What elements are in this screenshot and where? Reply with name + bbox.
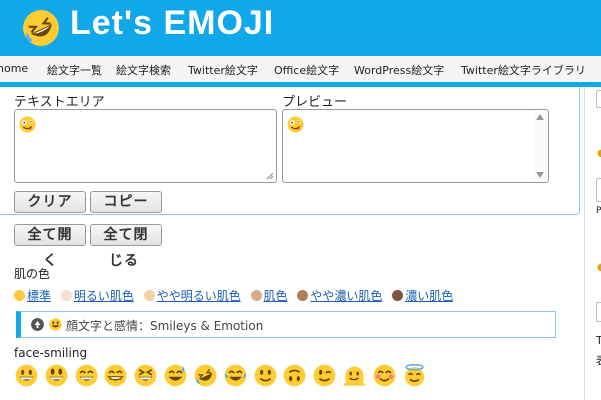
emoji-grid (15, 364, 429, 392)
nav-item-home[interactable]: home (0, 62, 28, 75)
zany-face-preview-icon (287, 116, 304, 133)
nav-item-emoji-list[interactable]: 絵文字一覧 (47, 62, 102, 78)
smiling-face-halo-icon[interactable] (403, 364, 426, 387)
category-section-header[interactable]: 顔文字と感情：Smileys & Emotion (16, 311, 556, 338)
preview-label: プレビュー (282, 95, 348, 110)
resize-grip-icon[interactable] (266, 172, 274, 180)
grinning-smiling-eyes-icon[interactable] (75, 364, 98, 387)
sidebar-text-b: T (596, 334, 601, 347)
copy-button[interactable]: コピー (90, 191, 162, 213)
main-nav: home 絵文字一覧 絵文字検索 Twitter絵文字 Office絵文字 Wo… (0, 56, 601, 82)
scroll-down-icon[interactable] (536, 172, 544, 178)
grinning-face-big-eyes-icon[interactable] (45, 364, 68, 387)
nav-item-twitter-emoji-library[interactable]: Twitter絵文字ライブラリ (461, 62, 586, 78)
slightly-smiling-face-icon[interactable] (254, 364, 277, 387)
hand-icon (392, 290, 404, 301)
textarea-label: テキストエリア (14, 95, 105, 110)
upside-down-face-icon[interactable] (283, 364, 306, 387)
skin-option-label[interactable]: やや濃い肌色 (310, 289, 382, 303)
beaming-face-icon[interactable] (104, 364, 127, 387)
skin-tone-label: 肌の色 (14, 267, 51, 281)
editor-panel: テキストエリア プレビュー クリア コピー (0, 87, 580, 215)
grinning-face-icon (49, 318, 62, 331)
skin-option-label[interactable]: 明るい肌色 (74, 289, 134, 303)
sidebar-search-input[interactable] (596, 90, 601, 108)
hand-icon (14, 290, 25, 301)
skin-option-label[interactable]: やや明るい肌色 (157, 289, 241, 303)
hand-icon (60, 290, 72, 301)
melting-face-icon[interactable] (343, 364, 366, 387)
expand-all-button[interactable]: 全て開 (14, 224, 86, 246)
rofl-icon[interactable] (194, 364, 217, 387)
grinning-face-sweat-icon[interactable] (164, 364, 187, 387)
subgroup-title: face-smiling (14, 346, 88, 360)
sidebar-mark-icon: ● (597, 148, 601, 159)
skin-option-medium-dark[interactable]: やや濃い肌色 (297, 287, 382, 304)
sidebar-field[interactable] (596, 302, 601, 322)
skin-tone-options: 標準 明るい肌色 やや明るい肌色 肌色 やや濃い肌色 濃い肌色 (14, 287, 459, 304)
collapse-all-button-wrap[interactable]: じる (109, 250, 139, 270)
sidebar-text-c: 表 (596, 352, 601, 368)
nav-item-wordpress-emoji[interactable]: WordPress絵文字 (354, 62, 444, 78)
site-logo-text[interactable]: Let's EMOJI (70, 4, 274, 43)
rofl-emoji-icon (23, 10, 59, 46)
skin-option-medium-light[interactable]: やや明るい肌色 (143, 287, 241, 304)
arrow-up-icon[interactable] (31, 318, 44, 331)
nav-item-emoji-search[interactable]: 絵文字検索 (116, 62, 171, 78)
skin-option-default[interactable]: 標準 (14, 287, 51, 304)
hand-icon (297, 290, 309, 301)
collapse-all-button[interactable]: 全て閉 (90, 224, 162, 246)
grinning-face-icon[interactable] (15, 364, 38, 387)
skin-option-label[interactable]: 肌色 (264, 289, 288, 303)
emoji-textarea[interactable] (14, 109, 277, 183)
preview-box (282, 109, 549, 183)
nav-item-twitter-emoji[interactable]: Twitter絵文字 (188, 62, 258, 78)
sidebar-divider (584, 87, 585, 400)
skin-option-dark[interactable]: 濃い肌色 (392, 287, 453, 304)
grinning-squinting-face-icon[interactable] (134, 364, 157, 387)
face-tears-of-joy-icon[interactable] (224, 364, 247, 387)
nav-item-office-emoji[interactable]: Office絵文字 (274, 62, 339, 78)
skin-option-medium[interactable]: 肌色 (250, 287, 288, 304)
scroll-up-icon[interactable] (536, 114, 544, 120)
zany-face-icon (19, 116, 36, 133)
smiling-face-smiling-eyes-icon[interactable] (373, 364, 396, 387)
sidebar-select[interactable] (596, 178, 601, 202)
preview-scrollbar[interactable] (533, 111, 547, 181)
hand-icon (143, 290, 155, 301)
site-header: Let's EMOJI (0, 0, 601, 56)
hand-icon (250, 290, 262, 301)
winking-face-icon[interactable] (313, 364, 336, 387)
skin-option-label[interactable]: 濃い肌色 (405, 289, 453, 303)
sidebar-mark-icon-2: ● (597, 262, 601, 273)
section-title: 顔文字と感情：Smileys & Emotion (66, 319, 264, 333)
sidebar-text-a: P (596, 206, 601, 216)
skin-option-label[interactable]: 標準 (27, 289, 51, 303)
clear-button[interactable]: クリア (14, 191, 86, 213)
skin-option-light[interactable]: 明るい肌色 (60, 287, 134, 304)
